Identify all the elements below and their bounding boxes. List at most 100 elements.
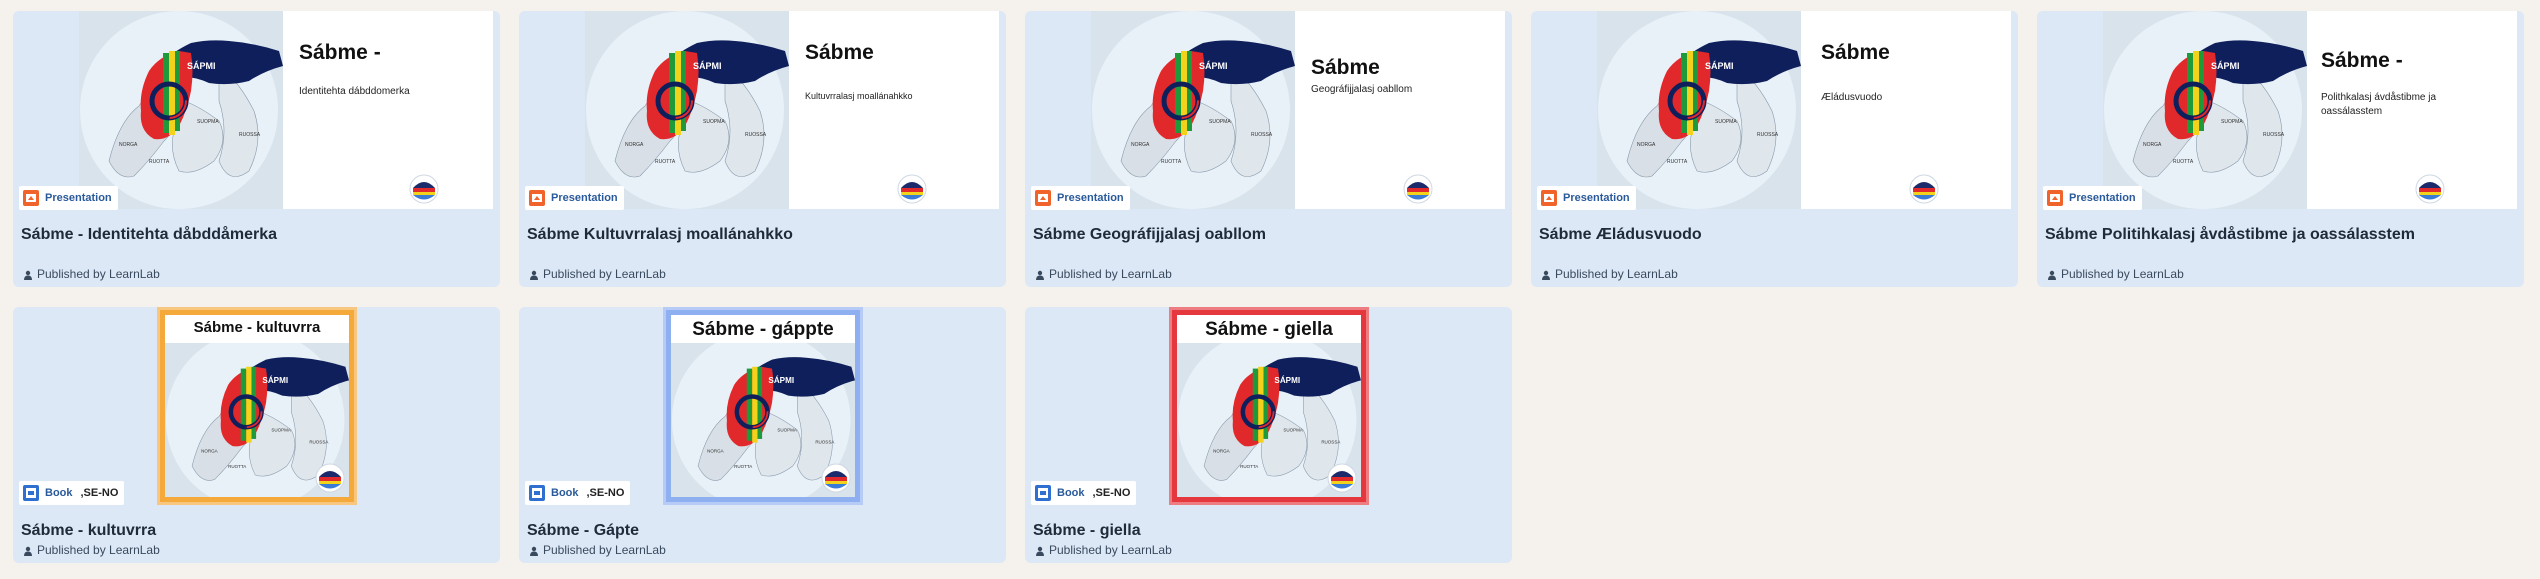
svg-text:NORGA: NORGA (1637, 142, 1656, 148)
card-title[interactable]: Sábme Geográfijjalasj oabllom (1033, 226, 1266, 244)
sapmi-map-image: SÁPMI SUOPMA RUOSSA NORGA RUOTTA (1597, 11, 1801, 209)
book-cover[interactable]: Sábme - gáppte SÁPMI SUOPMA RUOSSA NORGA… (663, 307, 863, 505)
publisher-line: Published by LearnLab (1035, 543, 1172, 557)
publisher-text: Published by LearnLab (1555, 267, 1678, 281)
sami-flag-logo-icon (821, 463, 851, 493)
card-title[interactable]: Sábme - Gápte (527, 522, 639, 540)
book-card[interactable]: Sábme - kultuvrra SÁPMI SUOPMA RUOSSA NO… (13, 307, 500, 563)
book-card[interactable]: Sábme - gáppte SÁPMI SUOPMA RUOSSA NORGA… (519, 307, 1006, 563)
slide-title: Sábme (805, 41, 874, 64)
svg-text:RUOSSA: RUOSSA (1321, 439, 1340, 444)
svg-text:RUOTTA: RUOTTA (1161, 159, 1182, 165)
publisher-line: Published by LearnLab (1541, 267, 1678, 281)
sami-flag-logo-icon (409, 174, 439, 204)
svg-text:RUOTTA: RUOTTA (1667, 159, 1688, 165)
card-title[interactable]: Sábme - Identitehta dåbddåmerka (21, 226, 277, 244)
publisher-text: Published by LearnLab (543, 267, 666, 281)
type-tag: Presentation (19, 186, 118, 210)
svg-text:RUOTTA: RUOTTA (2173, 159, 2194, 165)
publisher-text: Published by LearnLab (1049, 543, 1172, 557)
presentation-card[interactable]: SÁPMI SUOPMA RUOSSA NORGA RUOTTA Sábme Æ… (1531, 11, 2018, 287)
type-label: Presentation (2069, 192, 2136, 204)
svg-text:SÁPMI: SÁPMI (768, 376, 794, 385)
card-thumbnail[interactable]: SÁPMI SUOPMA RUOSSA NORGA RUOTTA Sábme K… (519, 11, 1006, 209)
publisher-text: Published by LearnLab (37, 267, 160, 281)
sapmi-map-image: SÁPMI SUOPMA RUOSSA NORGA RUOTTA (1091, 11, 1295, 209)
card-title[interactable]: Sábme Politihkalasj åvdåstibme ja oassál… (2045, 226, 2415, 244)
svg-text:RUOTTA: RUOTTA (1240, 464, 1258, 469)
presentation-card[interactable]: SÁPMI SUOPMA RUOSSA NORGA RUOTTA Sábme K… (519, 11, 1006, 287)
svg-text:RUOSSA: RUOSSA (745, 132, 767, 138)
card-thumbnail[interactable]: SÁPMI SUOPMA RUOSSA NORGA RUOTTA Sábme G… (1025, 11, 1512, 209)
sapmi-map-image: SÁPMI SUOPMA RUOSSA NORGA RUOTTA (2103, 11, 2307, 209)
book-card[interactable]: Sábme - giella SÁPMI SUOPMA RUOSSA NORGA… (1025, 307, 1512, 563)
card-thumbnail[interactable]: SÁPMI SUOPMA RUOSSA NORGA RUOTTA Sábme Æ… (1531, 11, 2018, 209)
card-thumbnail[interactable]: SÁPMI SUOPMA RUOSSA NORGA RUOTTA Sábme -… (13, 11, 500, 209)
publisher-line: Published by LearnLab (23, 543, 160, 557)
type-tag: Presentation (1537, 186, 1636, 210)
slide-preview: SÁPMI SUOPMA RUOSSA NORGA RUOTTA Sábme G… (1091, 11, 1505, 209)
type-label: Presentation (1057, 192, 1124, 204)
type-label: Presentation (45, 192, 112, 204)
svg-text:NORGA: NORGA (625, 142, 644, 148)
svg-text:SÁPMI: SÁPMI (262, 376, 288, 385)
svg-text:SÁPMI: SÁPMI (1199, 61, 1228, 71)
sami-flag-logo-icon (897, 174, 927, 204)
person-icon (2047, 269, 2057, 280)
slide-preview: SÁPMI SUOPMA RUOSSA NORGA RUOTTA Sábme Æ… (1597, 11, 2011, 209)
presentation-card[interactable]: SÁPMI SUOPMA RUOSSA NORGA RUOTTA Sábme G… (1025, 11, 1512, 287)
sami-flag-logo-icon (315, 463, 345, 493)
book-icon (1035, 485, 1051, 501)
slide-title: Sábme - (2321, 49, 2403, 72)
person-icon (1541, 269, 1551, 280)
publisher-text: Published by LearnLab (543, 543, 666, 557)
presentation-card[interactable]: SÁPMI SUOPMA RUOSSA NORGA RUOTTA Sábme -… (2037, 11, 2524, 287)
presentation-icon (2047, 190, 2063, 206)
book-icon (529, 485, 545, 501)
sami-flag-logo-icon (1327, 463, 1357, 493)
card-thumbnail[interactable]: SÁPMI SUOPMA RUOSSA NORGA RUOTTA Sábme -… (2037, 11, 2524, 209)
language-label: ,SE-NO (80, 487, 119, 499)
publisher-line: Published by LearnLab (1035, 267, 1172, 281)
type-label: Book (45, 487, 73, 499)
svg-text:RUOSSA: RUOSSA (239, 132, 261, 138)
card-title[interactable]: Sábme - kultuvrra (21, 522, 156, 540)
card-title[interactable]: Sábme Æládusvuodo (1539, 226, 1702, 244)
svg-text:RUOSSA: RUOSSA (1251, 132, 1273, 138)
book-cover[interactable]: Sábme - kultuvrra SÁPMI SUOPMA RUOSSA NO… (157, 307, 357, 505)
svg-text:SUOPMA: SUOPMA (1209, 119, 1231, 125)
svg-text:NORGA: NORGA (1213, 448, 1230, 453)
svg-text:SUOPMA: SUOPMA (703, 119, 725, 125)
book-cover-inner: Sábme - giella SÁPMI SUOPMA RUOSSA NORGA… (1177, 315, 1361, 497)
person-icon (23, 545, 33, 556)
book-cover-title: Sábme - kultuvrra (193, 319, 321, 336)
svg-text:SUOPMA: SUOPMA (777, 428, 797, 433)
book-cover-title: Sábme - gáppte (692, 319, 834, 340)
publisher-text: Published by LearnLab (37, 543, 160, 557)
book-cover-title: Sábme - giella (1205, 319, 1333, 340)
book-cover-inner: Sábme - gáppte SÁPMI SUOPMA RUOSSA NORGA… (671, 315, 855, 497)
sami-flag-logo-icon (1909, 174, 1939, 204)
language-label: ,SE-NO (586, 487, 625, 499)
publisher-line: Published by LearnLab (2047, 267, 2184, 281)
language-label: ,SE-NO (1092, 487, 1131, 499)
person-icon (23, 269, 33, 280)
svg-text:SÁPMI: SÁPMI (1274, 376, 1300, 385)
svg-text:RUOTTA: RUOTTA (655, 159, 676, 165)
slide-preview: SÁPMI SUOPMA RUOSSA NORGA RUOTTA Sábme K… (585, 11, 999, 209)
svg-text:NORGA: NORGA (2143, 142, 2162, 148)
slide-subtitle: Identitehta dábddomerka (299, 86, 410, 97)
type-tag: Book ,SE-NO (19, 481, 125, 505)
card-title[interactable]: Sábme - giella (1033, 522, 1141, 540)
publisher-text: Published by LearnLab (2061, 267, 2184, 281)
svg-text:SÁPMI: SÁPMI (1705, 61, 1734, 71)
presentation-card[interactable]: SÁPMI SUOPMA RUOSSA NORGA RUOTTA Sábme -… (13, 11, 500, 287)
svg-text:SUOPMA: SUOPMA (271, 428, 291, 433)
card-title[interactable]: Sábme Kultuvrralasj moallánahkko (527, 226, 793, 244)
book-cover[interactable]: Sábme - giella SÁPMI SUOPMA RUOSSA NORGA… (1169, 307, 1369, 505)
type-tag: Presentation (525, 186, 624, 210)
slide-title: Sábme (1311, 56, 1380, 79)
person-icon (1035, 545, 1045, 556)
svg-text:RUOTTA: RUOTTA (149, 159, 170, 165)
sami-flag-logo-icon (1403, 174, 1433, 204)
